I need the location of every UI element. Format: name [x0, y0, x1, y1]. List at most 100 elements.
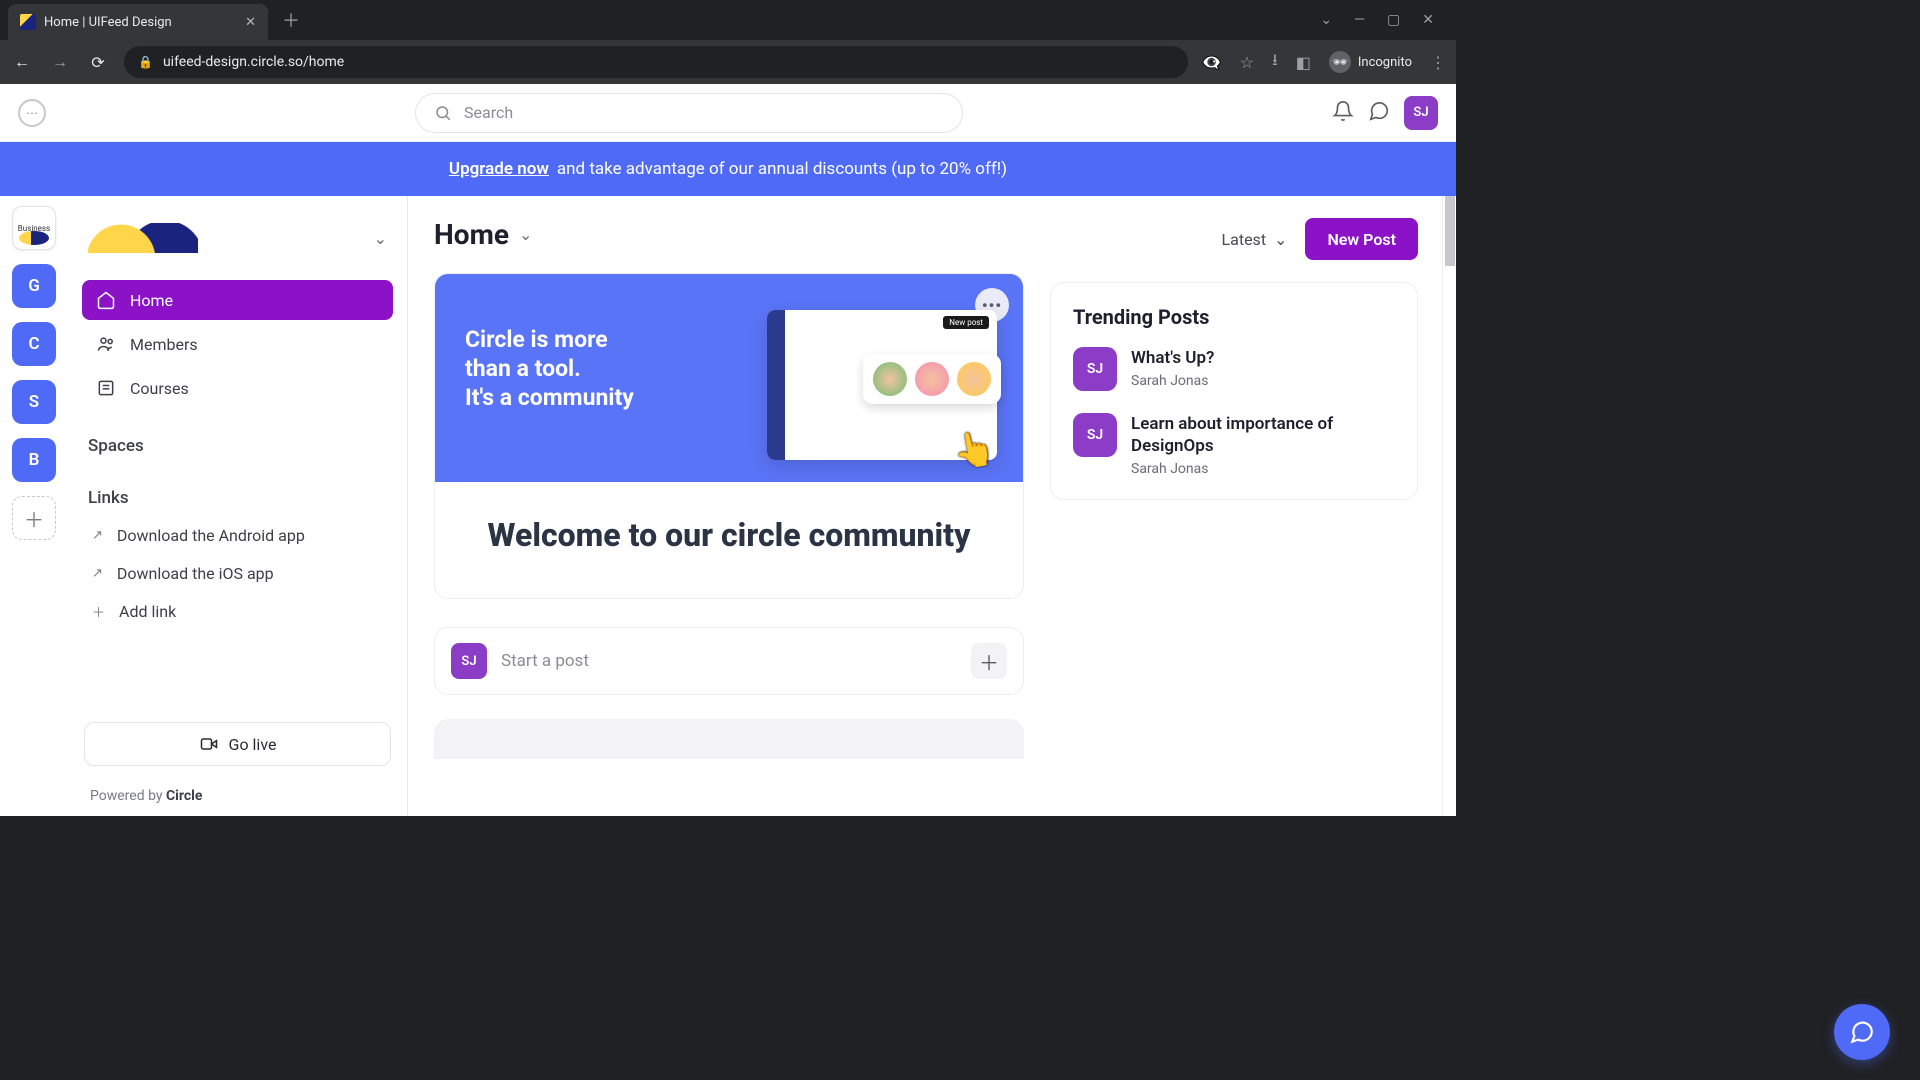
link-item-android[interactable]: ↗ Download the Android app: [82, 516, 393, 554]
favicon: [20, 14, 36, 30]
members-icon: [96, 334, 116, 354]
sidebar-item-label: Home: [130, 291, 173, 310]
powered-by: Powered by Circle: [82, 776, 393, 816]
workspace-tile[interactable]: C: [12, 322, 56, 366]
plus-icon: ＋: [92, 602, 105, 621]
app-top-bar: ⋯ Search SJ: [0, 84, 1456, 142]
upgrade-banner: Upgrade now and take advantage of our an…: [0, 142, 1456, 196]
tab-title: Home | UIFeed Design: [44, 15, 172, 30]
kebab-menu-icon[interactable]: ⋮: [1430, 53, 1446, 72]
back-button[interactable]: ←: [10, 52, 34, 72]
tab-bar: Home | UIFeed Design ✕ ＋ ⌄ — ▢ ✕: [0, 0, 1456, 40]
link-label: Download the Android app: [117, 526, 305, 545]
avatar: SJ: [451, 643, 487, 679]
eye-off-icon[interactable]: 👁‍🗨: [1202, 53, 1222, 72]
url-input[interactable]: 🔒 uifeed-design.circle.so/home: [124, 46, 1188, 78]
add-workspace-button[interactable]: ＋: [12, 496, 56, 540]
notifications-icon[interactable]: [1332, 100, 1354, 126]
post-title: Welcome to our circle community: [435, 482, 1023, 598]
lock-icon: 🔒: [138, 55, 153, 69]
community-logo: [88, 223, 198, 253]
new-tab-button[interactable]: ＋: [282, 7, 300, 33]
banner-text: and take advantage of our annual discoun…: [557, 159, 1007, 179]
upgrade-link[interactable]: Upgrade now: [449, 159, 549, 179]
maximize-icon[interactable]: ▢: [1387, 12, 1400, 28]
link-item-ios[interactable]: ↗ Download the iOS app: [82, 554, 393, 592]
address-bar-actions: 👁‍🗨 ☆ ⭳ ◧ 🕶 Incognito ⋮: [1202, 49, 1446, 76]
page-title: Home: [434, 218, 509, 251]
links-section-label: Links: [82, 488, 393, 508]
window-controls: ⌄ — ▢ ✕: [1320, 12, 1448, 28]
spaces-section-label: Spaces: [82, 436, 393, 456]
trending-item[interactable]: SJ What's Up? Sarah Jonas: [1073, 347, 1395, 391]
post-card-placeholder: [434, 719, 1024, 759]
sidebar: ⌄ Home Members Courses Spaces Links: [68, 196, 408, 816]
chevron-down-icon: ⌄: [1274, 230, 1287, 249]
welcome-post-card[interactable]: ••• Circle is more than a tool. It's a c…: [434, 273, 1024, 599]
sidebar-item-members[interactable]: Members: [82, 324, 393, 364]
tabs-dropdown-icon[interactable]: ⌄: [1320, 12, 1332, 28]
incognito-icon: 🕶: [1329, 51, 1351, 73]
link-label: Add link: [119, 602, 176, 621]
workspace-tile[interactable]: B: [12, 438, 56, 482]
hero-banner: ••• Circle is more than a tool. It's a c…: [435, 274, 1023, 482]
workspace-tile[interactable]: G: [12, 264, 56, 308]
close-window-icon[interactable]: ✕: [1422, 12, 1434, 28]
bookmark-star-icon[interactable]: ☆: [1240, 53, 1254, 72]
avatar: SJ: [1073, 413, 1117, 457]
reload-button[interactable]: ⟳: [86, 53, 110, 72]
trending-post-author: Sarah Jonas: [1131, 373, 1214, 389]
chat-icon: [1849, 1019, 1875, 1045]
current-workspace-tile[interactable]: Business: [12, 206, 56, 250]
minimize-icon[interactable]: —: [1354, 12, 1365, 28]
incognito-badge[interactable]: 🕶 Incognito: [1329, 51, 1412, 73]
search-placeholder: Search: [464, 103, 513, 122]
browser-tab[interactable]: Home | UIFeed Design ✕: [8, 4, 268, 40]
search-input[interactable]: Search: [415, 93, 963, 133]
pointer-hand-icon: 👆: [950, 427, 999, 474]
home-icon: [96, 290, 116, 310]
sidebar-item-label: Courses: [130, 379, 189, 398]
page: ⋯ Search SJ Upgrade now and take advanta…: [0, 84, 1456, 816]
browser-chrome: Home | UIFeed Design ✕ ＋ ⌄ — ▢ ✕ ← → ⟳ 🔒…: [0, 0, 1456, 84]
avatar: SJ: [1073, 347, 1117, 391]
link-label: Download the iOS app: [117, 564, 274, 583]
sidebar-item-courses[interactable]: Courses: [82, 368, 393, 408]
side-panel-icon[interactable]: ◧: [1296, 53, 1311, 72]
go-live-button[interactable]: Go live: [84, 722, 391, 766]
trending-item[interactable]: SJ Learn about importance of DesignOps S…: [1073, 413, 1395, 477]
sort-dropdown[interactable]: Latest ⌄: [1222, 230, 1288, 249]
external-link-icon: ↗: [92, 566, 103, 581]
courses-icon: [96, 378, 116, 398]
community-switcher-icon[interactable]: ⋯: [18, 99, 46, 127]
main-content: Home ⌄ ••• Circle is more than a tool. I…: [408, 196, 1456, 816]
sidebar-item-home[interactable]: Home: [82, 280, 393, 320]
trending-post-title: Learn about importance of DesignOps: [1131, 413, 1395, 457]
hero-avatars: [863, 354, 1001, 404]
start-post-input[interactable]: SJ Start a post ＋: [434, 627, 1024, 695]
video-icon: [199, 734, 219, 754]
chevron-down-icon[interactable]: ⌄: [519, 225, 532, 244]
start-post-placeholder: Start a post: [501, 651, 957, 671]
downloads-icon[interactable]: ⭳: [1272, 49, 1278, 76]
trending-post-author: Sarah Jonas: [1131, 461, 1395, 477]
scrollbar[interactable]: [1442, 196, 1456, 816]
messages-icon[interactable]: [1368, 100, 1390, 126]
trending-posts-panel: Trending Posts SJ What's Up? Sarah Jonas…: [1050, 282, 1418, 500]
chevron-down-icon[interactable]: ⌄: [374, 229, 387, 248]
community-header[interactable]: ⌄: [82, 214, 393, 262]
add-link-button[interactable]: ＋ Add link: [82, 592, 393, 630]
external-link-icon: ↗: [92, 528, 103, 543]
workspace-rail: Business G C S B ＋: [0, 196, 68, 816]
search-icon: [434, 104, 452, 122]
trending-post-title: What's Up?: [1131, 347, 1214, 369]
chat-fab[interactable]: [1834, 1004, 1890, 1060]
close-tab-icon[interactable]: ✕: [245, 15, 256, 30]
workspace-tile[interactable]: S: [12, 380, 56, 424]
new-post-button[interactable]: New Post: [1305, 218, 1418, 260]
user-avatar[interactable]: SJ: [1404, 96, 1438, 130]
add-attachment-button[interactable]: ＋: [971, 643, 1007, 679]
trending-title: Trending Posts: [1073, 305, 1395, 329]
forward-button[interactable]: →: [48, 52, 72, 72]
sidebar-item-label: Members: [130, 335, 198, 354]
